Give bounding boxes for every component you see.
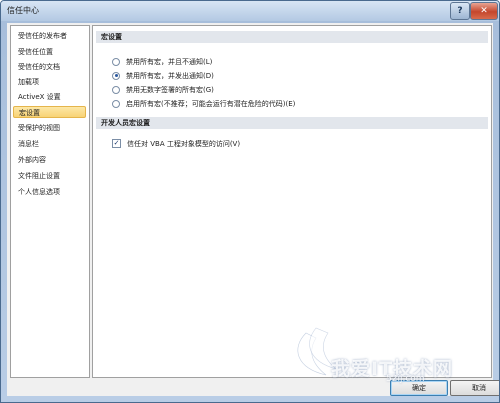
option-label: 信任对 VBA 工程对象模型的访问(V): [127, 139, 241, 148]
radio-disable-with-notify[interactable]: 禁用所有宏，并发出通知(D): [112, 70, 214, 81]
nav-item-trusted-publishers[interactable]: 受信任的发布者: [13, 30, 86, 42]
radio-disable-no-notify[interactable]: 禁用所有宏，并且不通知(L): [112, 56, 212, 67]
trust-center-window: 信任中心 ? ✕ 受信任的发布者 受信任位置 受信任的文档 加载项 Active…: [0, 0, 500, 403]
checkbox-trust-vba[interactable]: ✓ 信任对 VBA 工程对象模型的访问(V): [112, 138, 240, 149]
nav-item-external-content[interactable]: 外部内容: [13, 154, 86, 166]
dialog-client: 受信任的发布者 受信任位置 受信任的文档 加载项 ActiveX 设置 宏设置 …: [7, 23, 499, 396]
close-button[interactable]: ✕: [470, 2, 498, 20]
radio-button[interactable]: [112, 99, 120, 108]
settings-panel: 宏设置 禁用所有宏，并且不通知(L) 禁用所有宏，并发出通知(D) 禁用无数字签…: [92, 25, 492, 378]
nav-item-file-block-settings[interactable]: 文件阻止设置: [13, 170, 86, 182]
option-label: 禁用所有宏，并且不通知(L): [126, 57, 213, 66]
nav-item-protected-view[interactable]: 受保护的视图: [13, 122, 86, 134]
radio-button-selected[interactable]: [112, 71, 120, 80]
window-title: 信任中心: [7, 6, 39, 15]
macro-settings-header: 宏设置: [96, 31, 488, 43]
help-button[interactable]: ?: [450, 2, 470, 20]
nav-item-message-bar[interactable]: 消息栏: [13, 138, 86, 150]
nav-item-trusted-locations[interactable]: 受信任位置: [13, 46, 86, 58]
title-bar[interactable]: 信任中心 ? ✕: [1, 1, 499, 21]
radio-disable-unsigned[interactable]: 禁用无数字签署的所有宏(G): [112, 84, 214, 95]
nav-item-activex-settings[interactable]: ActiveX 设置: [13, 91, 86, 103]
nav-item-macro-settings[interactable]: 宏设置: [13, 106, 86, 118]
radio-enable-all[interactable]: 启用所有宏(不推荐；可能会运行有潜在危险的代码)(E): [112, 98, 295, 109]
option-label: 禁用所有宏，并发出通知(D): [126, 71, 214, 80]
option-label: 禁用无数字签署的所有宏(G): [126, 85, 214, 94]
nav-item-add-ins[interactable]: 加载项: [13, 76, 86, 88]
radio-button[interactable]: [112, 57, 120, 66]
checkbox[interactable]: ✓: [112, 139, 121, 148]
option-label: 启用所有宏(不推荐；可能会运行有潜在危险的代码)(E): [126, 99, 296, 108]
category-nav: 受信任的发布者 受信任位置 受信任的文档 加载项 ActiveX 设置 宏设置 …: [10, 25, 90, 378]
nav-item-trusted-documents[interactable]: 受信任的文档: [13, 61, 86, 73]
radio-button[interactable]: [112, 85, 120, 94]
nav-item-privacy-options[interactable]: 个人信息选项: [13, 186, 86, 198]
watermark-url: 52ij.com: [386, 374, 425, 384]
cancel-button[interactable]: 取消: [450, 380, 499, 396]
developer-settings-header: 开发人员宏设置: [96, 117, 488, 129]
